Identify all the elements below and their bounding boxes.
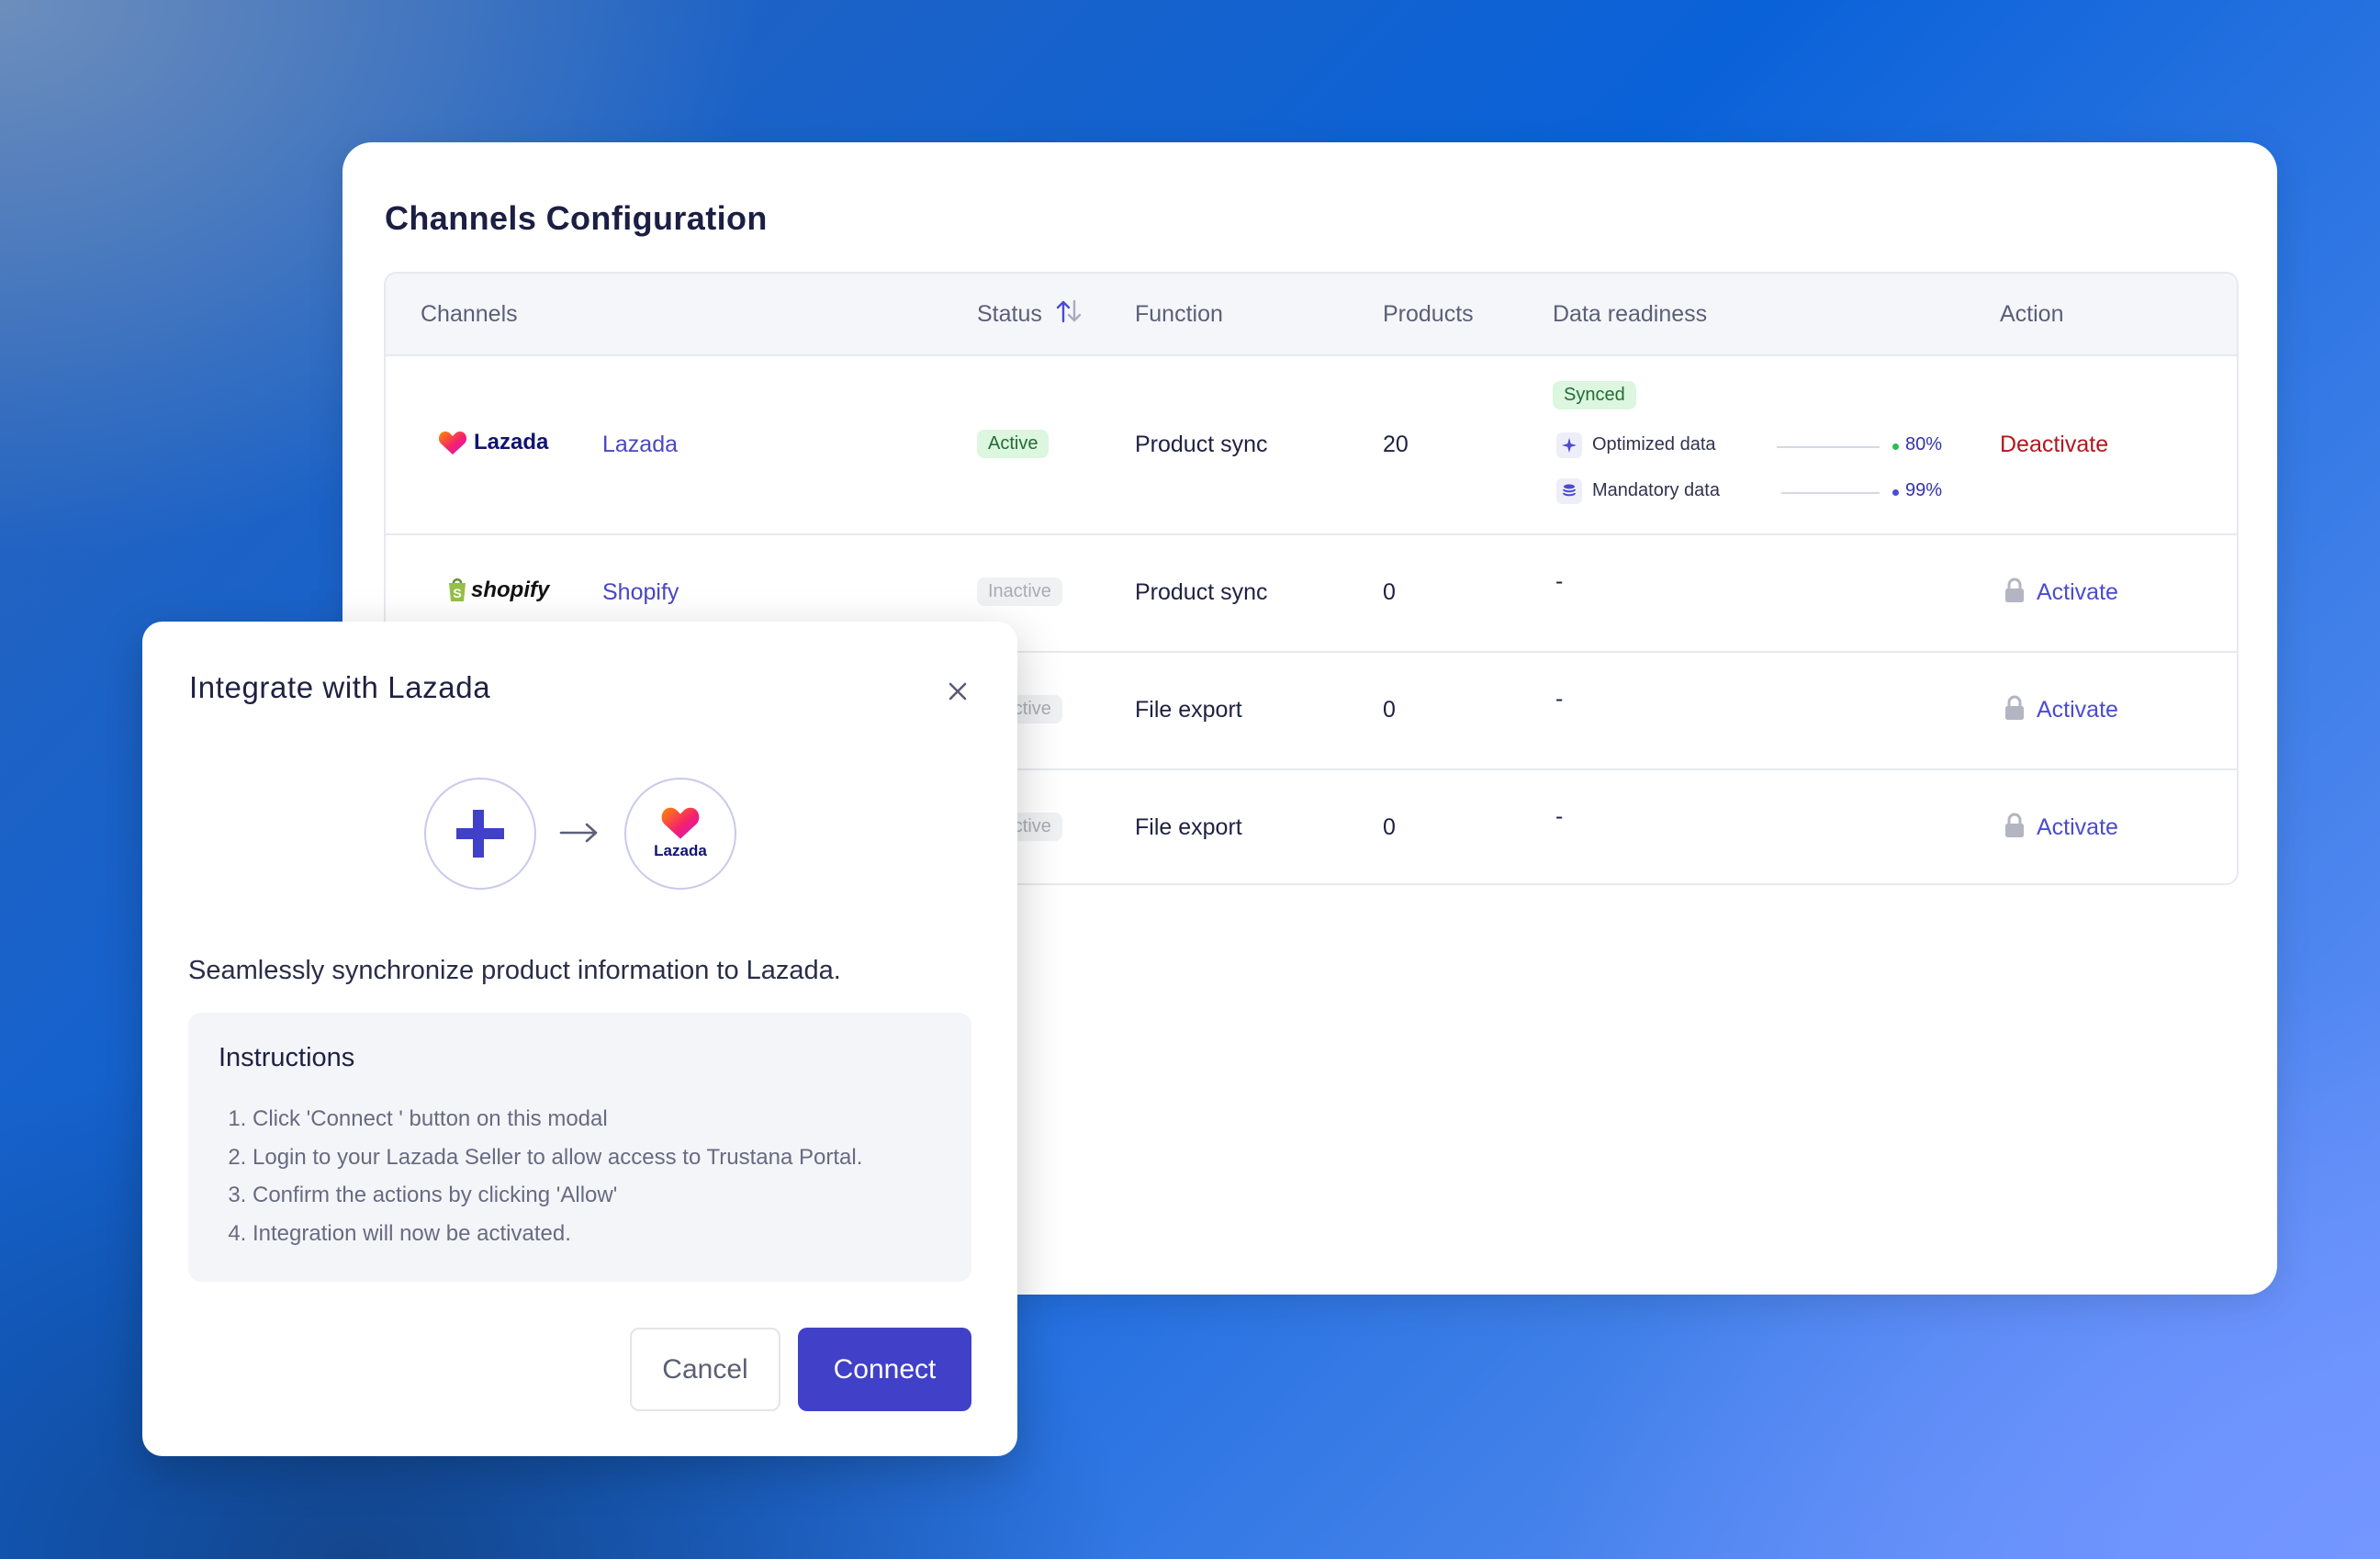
instruction-step: Integration will now be activated. (253, 1215, 862, 1253)
instructions-panel: Instructions Click 'Connect ' button on … (188, 1013, 971, 1282)
instruction-step: Login to your Lazada Seller to allow acc… (253, 1138, 862, 1177)
trustana-plus-icon (456, 810, 504, 858)
sparkle-icon (1556, 432, 1582, 458)
channel-name-lazada[interactable]: Lazada (602, 432, 678, 458)
lazada-heart-icon (438, 432, 467, 454)
data-readiness-empty: - (1555, 803, 1564, 829)
mandatory-progress-dot (1892, 489, 1899, 496)
instructions-title: Instructions (219, 1043, 355, 1072)
shopify-logo-text: shopify (471, 578, 550, 602)
header-data-readiness: Data readiness (1553, 301, 1708, 327)
integrate-modal: Integrate with Lazada Lazada Seamlessly … (142, 622, 1017, 1456)
sort-arrows-icon[interactable] (1056, 299, 1082, 323)
synced-badge: Synced (1553, 381, 1636, 409)
lock-icon (2005, 813, 2024, 838)
modal-title: Integrate with Lazada (189, 670, 491, 704)
instruction-step: Click 'Connect ' button on this modal (253, 1100, 862, 1138)
status-badge: Inactive (977, 578, 1062, 606)
lazada-logo-text: Lazada (654, 842, 707, 859)
mandatory-progress-track (1781, 492, 1880, 494)
instruction-step: Confirm the actions by clicking 'Allow' (253, 1176, 862, 1215)
optimized-progress-track (1777, 446, 1880, 448)
activate-button[interactable]: Activate (2004, 578, 2118, 606)
header-function: Function (1135, 301, 1223, 327)
lazada-heart-icon (661, 807, 700, 839)
data-readiness-empty: - (1555, 686, 1564, 712)
lazada-logo-circle: Lazada (624, 778, 736, 890)
activate-label: Activate (2037, 579, 2118, 605)
header-action: Action (2000, 301, 2064, 327)
function-text: Product sync (1135, 432, 1268, 457)
instructions-list: Click 'Connect ' button on this modal Lo… (225, 1100, 862, 1252)
function-text: Product sync (1135, 579, 1268, 605)
products-count: 0 (1383, 697, 1396, 723)
mandatory-data-label: Mandatory data (1592, 480, 1720, 500)
deactivate-button[interactable]: Deactivate (2000, 432, 2108, 458)
channel-name-shopify[interactable]: Shopify (602, 579, 679, 606)
header-products: Products (1383, 301, 1474, 327)
header-status[interactable]: Status (977, 299, 1082, 328)
arrow-right-icon (559, 823, 598, 843)
products-count: 20 (1383, 432, 1409, 457)
optimized-progress-dot (1892, 443, 1899, 450)
function-text: File export (1135, 814, 1242, 840)
lazada-logo-text: Lazada (474, 430, 549, 454)
svg-text:S: S (453, 586, 461, 600)
connect-button[interactable]: Connect (798, 1328, 971, 1411)
modal-description: Seamlessly synchronize product informati… (188, 956, 841, 985)
data-readiness-empty: - (1555, 568, 1564, 594)
products-count: 0 (1383, 814, 1396, 840)
header-status-label: Status (977, 301, 1042, 327)
page-title: Channels Configuration (385, 199, 768, 237)
activate-label: Activate (2037, 697, 2118, 723)
function-text: File export (1135, 697, 1242, 723)
table-header: Channels Status Function Products Data r… (386, 274, 2237, 356)
status-badge: Active (977, 430, 1050, 458)
activate-button[interactable]: Activate (2004, 695, 2118, 723)
table-row: Lazada Lazada Active Product sync 20 Syn… (386, 356, 2237, 535)
activate-button[interactable]: Activate (2004, 813, 2118, 841)
optimized-data-label: Optimized data (1592, 434, 1716, 454)
lock-icon (2005, 695, 2024, 721)
cancel-button[interactable]: Cancel (630, 1328, 780, 1411)
mandatory-data-pct: 99% (1905, 480, 1943, 500)
activate-label: Activate (2037, 814, 2118, 840)
lock-icon (2005, 578, 2024, 603)
optimized-data-pct: 80% (1905, 434, 1943, 454)
close-icon[interactable] (943, 677, 972, 706)
shopify-bag-icon: S (449, 578, 466, 601)
database-icon (1556, 478, 1582, 504)
products-count: 0 (1383, 579, 1396, 605)
header-channels: Channels (421, 301, 518, 327)
trustana-logo-circle (424, 778, 536, 890)
